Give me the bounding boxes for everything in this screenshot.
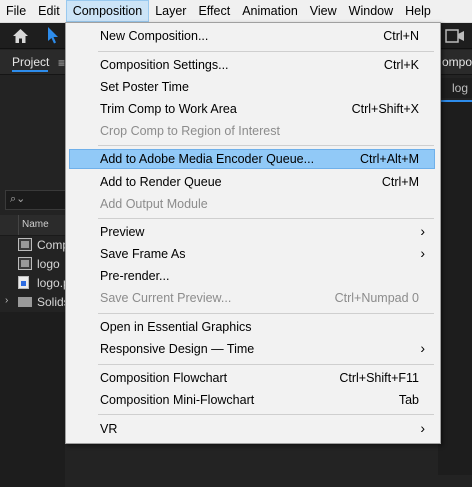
composition-icon xyxy=(18,238,32,251)
toolbar-options-icon[interactable] xyxy=(440,27,468,45)
menu-item-shortcut: Ctrl+M xyxy=(381,175,419,189)
menu-item-new-composition[interactable]: New Composition... Ctrl+N xyxy=(69,26,435,46)
panel-menu-icon[interactable]: ≡ xyxy=(58,56,65,70)
search-icon: ⌕⌄ xyxy=(10,193,26,205)
menu-item-label: VR xyxy=(100,422,118,436)
project-item[interactable]: logo xyxy=(0,254,65,274)
menu-item-label: New Composition... xyxy=(100,29,209,43)
menu-item-add-to-media-encoder[interactable]: Add to Adobe Media Encoder Queue... Ctrl… xyxy=(69,149,435,169)
menu-item-label: Responsive Design — Time xyxy=(100,342,255,356)
column-divider xyxy=(18,215,19,235)
menu-item-label: Save Current Preview... xyxy=(100,291,232,305)
composition-icon xyxy=(18,257,32,270)
project-panel-empty-area xyxy=(0,312,65,487)
name-column-header[interactable]: Name xyxy=(22,219,49,230)
folder-icon xyxy=(18,297,32,307)
project-item[interactable]: › Solids xyxy=(0,292,70,312)
selection-tool-icon[interactable] xyxy=(47,26,59,44)
menu-animation[interactable]: Animation xyxy=(236,0,304,22)
menu-window[interactable]: Window xyxy=(343,0,399,22)
menu-item-save-current-preview: Save Current Preview... Ctrl+Numpad 0 xyxy=(69,288,435,308)
menu-item-label: Crop Comp to Region of Interest xyxy=(100,124,280,138)
menu-item-crop-comp: Crop Comp to Region of Interest xyxy=(69,121,435,141)
project-item[interactable]: logo.p xyxy=(0,273,70,293)
menu-item-save-frame-as[interactable]: Save Frame As › xyxy=(69,244,435,264)
image-file-icon xyxy=(18,276,29,289)
menu-item-trim-comp[interactable]: Trim Comp to Work Area Ctrl+Shift+X xyxy=(69,99,435,119)
menu-item-composition-settings[interactable]: Composition Settings... Ctrl+K xyxy=(69,55,435,75)
menu-item-label: Pre-render... xyxy=(100,269,170,283)
project-list-header: Name xyxy=(0,215,65,236)
menu-item-pre-render[interactable]: Pre-render... xyxy=(69,266,435,286)
composition-subtab[interactable]: log xyxy=(438,78,472,98)
menu-view[interactable]: View xyxy=(304,0,343,22)
composition-menu: New Composition... Ctrl+N Composition Se… xyxy=(65,22,441,444)
menu-effect[interactable]: Effect xyxy=(192,0,236,22)
home-icon xyxy=(12,29,28,43)
menu-separator xyxy=(98,218,434,219)
menu-separator xyxy=(98,313,434,314)
menu-item-responsive-design-time[interactable]: Responsive Design — Time › xyxy=(69,339,435,359)
menu-item-label: Add Output Module xyxy=(100,197,208,211)
project-panel-header: Project ≡ xyxy=(0,50,65,75)
composition-viewer xyxy=(438,102,472,475)
menu-item-label: Preview xyxy=(100,225,145,239)
menu-item-shortcut: Tab xyxy=(398,393,419,407)
menu-item-label: Composition Flowchart xyxy=(100,371,228,385)
menubar: File Edit Composition Layer Effect Anima… xyxy=(0,0,472,23)
menu-item-add-output-module: Add Output Module xyxy=(69,194,435,214)
chevron-right-icon: › xyxy=(420,245,425,261)
menu-item-shortcut: Ctrl+N xyxy=(383,29,419,43)
menu-separator xyxy=(98,145,434,146)
home-button[interactable] xyxy=(6,25,34,47)
menu-item-label: Open in Essential Graphics xyxy=(100,320,252,334)
menu-item-open-in-essential-graphics[interactable]: Open in Essential Graphics xyxy=(69,317,435,337)
composition-panel-tab[interactable]: omposi xyxy=(438,50,472,75)
menu-item-label: Trim Comp to Work Area xyxy=(100,102,237,116)
menu-item-shortcut: Ctrl+Numpad 0 xyxy=(334,291,419,305)
menu-item-composition-flowchart[interactable]: Composition Flowchart Ctrl+Shift+F11 xyxy=(69,368,435,388)
menu-composition[interactable]: Composition xyxy=(65,0,150,22)
composition-panel-tab-label: omposi xyxy=(442,55,472,69)
menu-edit[interactable]: Edit xyxy=(32,0,66,22)
menu-separator xyxy=(98,364,434,365)
menu-item-add-to-render-queue[interactable]: Add to Render Queue Ctrl+M xyxy=(69,172,435,192)
project-panel-title[interactable]: Project xyxy=(12,55,49,69)
project-search-input[interactable]: ⌕⌄ xyxy=(5,190,67,210)
menu-item-shortcut: Ctrl+Shift+X xyxy=(351,102,419,116)
chevron-right-icon[interactable]: › xyxy=(5,295,8,306)
menu-file[interactable]: File xyxy=(0,0,32,22)
menu-item-label: Set Poster Time xyxy=(100,80,189,94)
menu-item-vr[interactable]: VR › xyxy=(69,419,435,439)
project-item-label: logo xyxy=(37,257,60,271)
menu-help[interactable]: Help xyxy=(399,0,437,22)
menu-separator xyxy=(98,414,434,415)
menu-item-label: Composition Mini-Flowchart xyxy=(100,393,255,407)
active-tab-underline xyxy=(12,70,48,72)
menu-item-label: Add to Adobe Media Encoder Queue... xyxy=(100,152,315,166)
menu-item-label: Composition Settings... xyxy=(100,58,229,72)
menu-layer[interactable]: Layer xyxy=(149,0,192,22)
chevron-right-icon: › xyxy=(420,420,425,436)
menu-item-label: Save Frame As xyxy=(100,247,186,261)
menu-item-label: Add to Render Queue xyxy=(100,175,222,189)
project-item[interactable]: Compo xyxy=(0,235,76,255)
chevron-right-icon: › xyxy=(420,340,425,356)
menu-item-composition-mini-flowchart[interactable]: Composition Mini-Flowchart Tab xyxy=(69,390,435,410)
menu-item-shortcut: Ctrl+Alt+M xyxy=(359,152,419,166)
menu-item-set-poster-time[interactable]: Set Poster Time xyxy=(69,77,435,97)
chevron-right-icon: › xyxy=(420,223,425,239)
menu-item-shortcut: Ctrl+Shift+F11 xyxy=(339,371,419,385)
menu-item-preview[interactable]: Preview › xyxy=(69,222,435,242)
menu-separator xyxy=(98,51,434,52)
menu-item-shortcut: Ctrl+K xyxy=(383,58,419,72)
composition-subtab-label: log xyxy=(452,81,469,95)
